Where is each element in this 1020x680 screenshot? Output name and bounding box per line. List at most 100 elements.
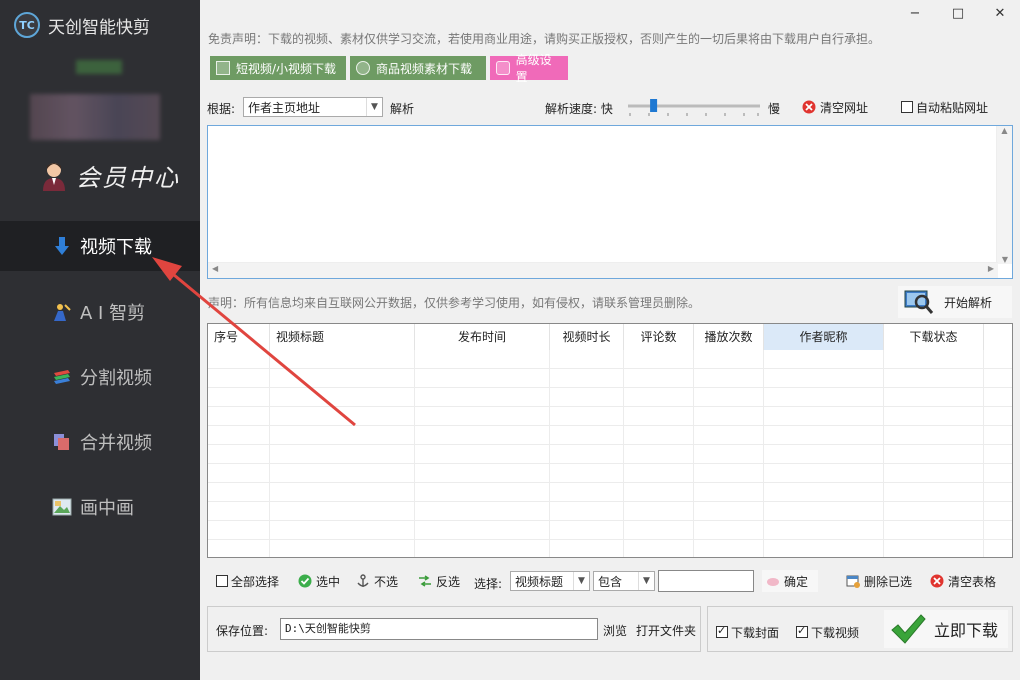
table-row[interactable] — [208, 464, 1012, 483]
invert-label: 反选 — [436, 574, 461, 589]
horizontal-scrollbar[interactable]: ◀ ▶ — [208, 262, 998, 278]
app-logo: TC — [14, 12, 40, 38]
download-now-label: 立即下载 — [934, 621, 999, 640]
table-row[interactable] — [208, 483, 1012, 502]
open-folder-button[interactable]: 打开文件夹 — [636, 622, 696, 639]
url-textarea[interactable]: ▲ ▼ ◀ ▶ — [207, 125, 1013, 279]
sidebar-item-label: 合并视频 — [80, 433, 152, 454]
minimize-button[interactable]: − — [900, 6, 930, 26]
anchor-icon — [357, 574, 369, 587]
table-row[interactable] — [208, 407, 1012, 426]
close-button[interactable]: ✕ — [985, 6, 1015, 26]
delete-selected-label: 删除已选 — [864, 574, 913, 589]
slider-thumb[interactable] — [650, 99, 658, 112]
tab-label: 商品视频素材下载 — [376, 61, 473, 76]
table-row[interactable] — [208, 445, 1012, 464]
field-select[interactable]: 视频标题 ▼ — [510, 571, 590, 591]
column-header[interactable]: 播放次数 — [694, 324, 764, 350]
start-parse-button[interactable]: 开始解析 — [898, 286, 1012, 318]
results-table[interactable]: 序号 视频标题 发布时间 视频时长 评论数 播放次数 作者昵称 下载状态 — [207, 323, 1013, 558]
checkbox-box — [796, 624, 808, 638]
sidebar-item-split-video[interactable]: 分割视频 — [0, 352, 200, 402]
scroll-right-icon[interactable]: ▶ — [988, 264, 994, 273]
picture-in-picture-icon — [52, 498, 72, 516]
red-x-circle-icon — [930, 574, 944, 588]
scroll-up-icon[interactable]: ▲ — [997, 126, 1012, 135]
filter-input[interactable] — [658, 570, 754, 592]
red-x-circle-icon — [802, 100, 816, 114]
scroll-left-icon[interactable]: ◀ — [212, 264, 218, 273]
save-path-input[interactable]: D:\天创智能快剪 — [280, 618, 598, 640]
confirm-button[interactable]: 确定 — [762, 570, 818, 592]
download-cover-checkbox[interactable]: 下载封面 — [712, 621, 783, 643]
scroll-down-icon[interactable]: ▼ — [997, 255, 1013, 264]
ai-figure-icon — [54, 304, 71, 321]
main-panel: − □ ✕ 免责声明：下载的视频、素材仅供学习交流，若使用商业用途，请购买正版授… — [200, 0, 1020, 680]
clear-table-button[interactable]: 清空表格 — [926, 570, 1000, 592]
sidebar-item-picture-in-picture[interactable]: 画中画 — [0, 482, 200, 532]
sidebar-item-video-download[interactable]: 视频下载 — [0, 221, 200, 271]
big-check-icon — [891, 614, 926, 644]
basis-select-value: 作者主页地址 — [248, 100, 321, 115]
basis-select[interactable]: 作者主页地址 ▼ — [243, 97, 383, 117]
green-check-circle-icon — [298, 574, 312, 588]
column-header[interactable]: 视频时长 — [550, 324, 624, 350]
column-header[interactable]: 作者昵称 — [764, 324, 884, 350]
app-title: 天创智能快剪 — [48, 18, 150, 38]
select-all-checkbox[interactable]: 全部选择 — [212, 570, 283, 592]
parse-label: 解析 — [390, 102, 415, 116]
magnifier-monitor-icon — [904, 290, 934, 314]
split-stack-icon — [54, 370, 70, 384]
download-now-button[interactable]: 立即下载 — [884, 610, 1008, 648]
sidebar-item-ai-edit[interactable]: A I 智剪 — [0, 287, 200, 337]
unselect-label: 不选 — [374, 574, 399, 589]
user-info-blurred — [30, 94, 160, 140]
delete-list-icon — [846, 575, 860, 588]
table-row[interactable] — [208, 426, 1012, 445]
sidebar-item-label: 分割视频 — [80, 368, 152, 389]
invert-button[interactable]: 反选 — [414, 570, 464, 592]
checkbox-box — [716, 624, 728, 638]
sidebar-item-label: 画中画 — [80, 498, 134, 519]
vertical-scrollbar[interactable]: ▲ ▼ — [996, 126, 1012, 264]
select-label: 选中 — [316, 574, 341, 589]
wrench-icon — [496, 61, 510, 75]
unselect-button[interactable]: 不选 — [352, 570, 402, 592]
clear-url-button[interactable]: 清空网址 — [798, 96, 872, 118]
basis-label: 根据: — [207, 102, 236, 116]
maximize-button[interactable]: □ — [943, 6, 973, 26]
match-select-value: 包含 — [598, 574, 623, 589]
column-header[interactable]: 视频标题 — [270, 324, 415, 350]
checkbox-box — [901, 101, 913, 113]
sidebar-item-label: A I 智剪 — [80, 303, 146, 324]
speed-slider[interactable] — [624, 98, 764, 118]
table-row[interactable] — [208, 502, 1012, 521]
start-parse-label: 开始解析 — [944, 295, 993, 310]
chevron-down-icon: ▼ — [573, 572, 589, 590]
table-header: 序号 视频标题 发布时间 视频时长 评论数 播放次数 作者昵称 下载状态 — [208, 324, 1012, 350]
column-header[interactable]: 评论数 — [624, 324, 694, 350]
tab-product-video-download[interactable]: 商品视频素材下载 — [350, 56, 486, 80]
tab-label: 短视频/小视频下载 — [236, 61, 337, 76]
browse-button[interactable]: 浏览 — [603, 622, 627, 639]
column-header[interactable]: 序号 — [208, 324, 270, 350]
table-row[interactable] — [208, 521, 1012, 540]
sidebar: TC 天创智能快剪 会员中心 视频下载 A I 智剪 分割视频 合并视频 画中画 — [0, 0, 200, 680]
sidebar-item-merge-video[interactable]: 合并视频 — [0, 417, 200, 467]
globe-icon — [356, 61, 370, 75]
table-row[interactable] — [208, 388, 1012, 407]
vip-center-button[interactable]: 会员中心 — [40, 158, 180, 193]
tab-advanced-settings[interactable]: 高级设置 — [490, 53, 568, 84]
table-row[interactable] — [208, 369, 1012, 388]
download-video-checkbox[interactable]: 下载视频 — [792, 621, 863, 643]
auto-paste-checkbox[interactable]: 自动粘贴网址 — [897, 96, 992, 118]
column-header[interactable]: 发布时间 — [415, 324, 550, 350]
document-icon — [216, 61, 230, 75]
delete-selected-button[interactable]: 删除已选 — [842, 570, 916, 592]
match-select[interactable]: 包含 ▼ — [593, 571, 655, 591]
select-button[interactable]: 选中 — [294, 570, 344, 592]
table-row[interactable] — [208, 350, 1012, 369]
slider-ticks — [629, 113, 759, 116]
column-header[interactable]: 下载状态 — [884, 324, 984, 350]
tab-short-video-download[interactable]: 短视频/小视频下载 — [210, 56, 346, 80]
